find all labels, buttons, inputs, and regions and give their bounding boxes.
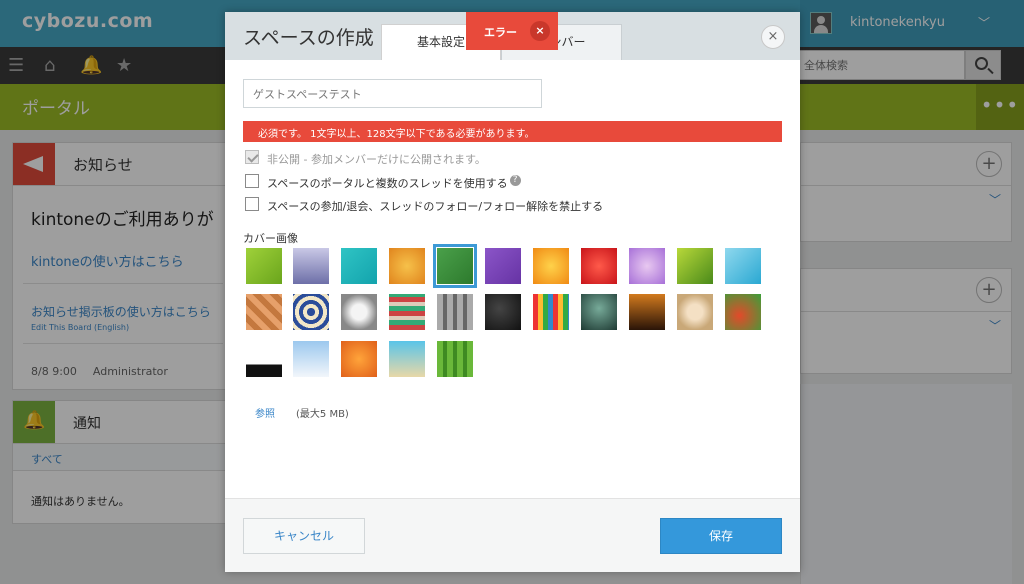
cover-thumb-blue-cubes[interactable] — [725, 248, 761, 284]
cover-thumb-teal-water[interactable] — [341, 248, 377, 284]
cover-thumb-chalkboard[interactable] — [485, 294, 521, 330]
cover-thumb-oranges[interactable] — [341, 341, 377, 377]
cover-thumb-latte[interactable] — [677, 294, 713, 330]
threads-label[interactable]: スペースのポータルと複数のスレッドを使用する? — [267, 175, 521, 191]
cover-thumb-purple-mist[interactable] — [293, 248, 329, 284]
restrict-label[interactable]: スペースの参加/退会、スレッドのフォロー/フォロー解除を禁止する — [267, 198, 603, 214]
cover-thumb-wood-parquet[interactable] — [246, 294, 282, 330]
cover-thumb-green-swirl[interactable] — [246, 248, 282, 284]
cancel-button[interactable]: キャンセル — [243, 518, 365, 554]
cover-thumb-lilac-flower[interactable] — [629, 248, 665, 284]
cover-thumb-books[interactable] — [389, 294, 425, 330]
cover-thumb-lightbulb[interactable] — [581, 294, 617, 330]
space-name-input[interactable] — [244, 80, 541, 107]
close-icon[interactable]: × — [761, 25, 785, 49]
cover-thumb-snow-trees[interactable] — [293, 341, 329, 377]
private-label: 非公開 - 参加メンバーだけに公開されます。 — [267, 153, 486, 166]
cover-thumb-violet[interactable] — [485, 248, 521, 284]
cover-thumb-orange-flower[interactable] — [533, 248, 569, 284]
cover-thumb-red-flower[interactable] — [581, 248, 617, 284]
cover-thumb-cat[interactable] — [246, 341, 282, 377]
cover-thumb-pencils[interactable] — [533, 294, 569, 330]
cover-thumb-green-grass[interactable] — [433, 244, 477, 288]
cover-image-label: カバー画像 — [243, 232, 298, 245]
restrict-checkbox[interactable] — [245, 197, 259, 211]
dialog-footer: キャンセル 保存 — [225, 498, 800, 572]
dialog-title: スペースの作成 — [243, 27, 374, 49]
error-message: 必須です。 1文字以上、128文字以下である必要があります。 — [243, 121, 782, 142]
cover-thumb-orange-petals[interactable] — [389, 248, 425, 284]
cover-thumb-bamboo[interactable] — [437, 341, 473, 377]
max-size-note: (最大5 MB) — [296, 409, 349, 420]
save-button[interactable]: 保存 — [660, 518, 782, 554]
cover-thumb-gears[interactable] — [437, 294, 473, 330]
cover-thumb-compass[interactable] — [341, 294, 377, 330]
cover-thumb-beach[interactable] — [389, 341, 425, 377]
cover-thumb-green-leaf[interactable] — [677, 248, 713, 284]
private-checkbox — [245, 150, 259, 164]
cover-thumb-dusk[interactable] — [629, 294, 665, 330]
close-icon[interactable]: × — [530, 21, 550, 41]
space-name-field[interactable] — [243, 79, 542, 108]
error-badge: エラー × — [466, 12, 558, 50]
threads-checkbox[interactable] — [245, 174, 259, 188]
cover-thumb-tiles[interactable] — [293, 294, 329, 330]
create-space-dialog: スペースの作成 基本設定 メンバー × エラー × 必須です。 1文字以上、12… — [225, 12, 800, 572]
cover-thumb-vegetables[interactable] — [725, 294, 761, 330]
error-badge-label: エラー — [484, 26, 517, 39]
browse-link[interactable]: 参照 — [255, 405, 275, 420]
help-icon[interactable]: ? — [509, 175, 521, 186]
